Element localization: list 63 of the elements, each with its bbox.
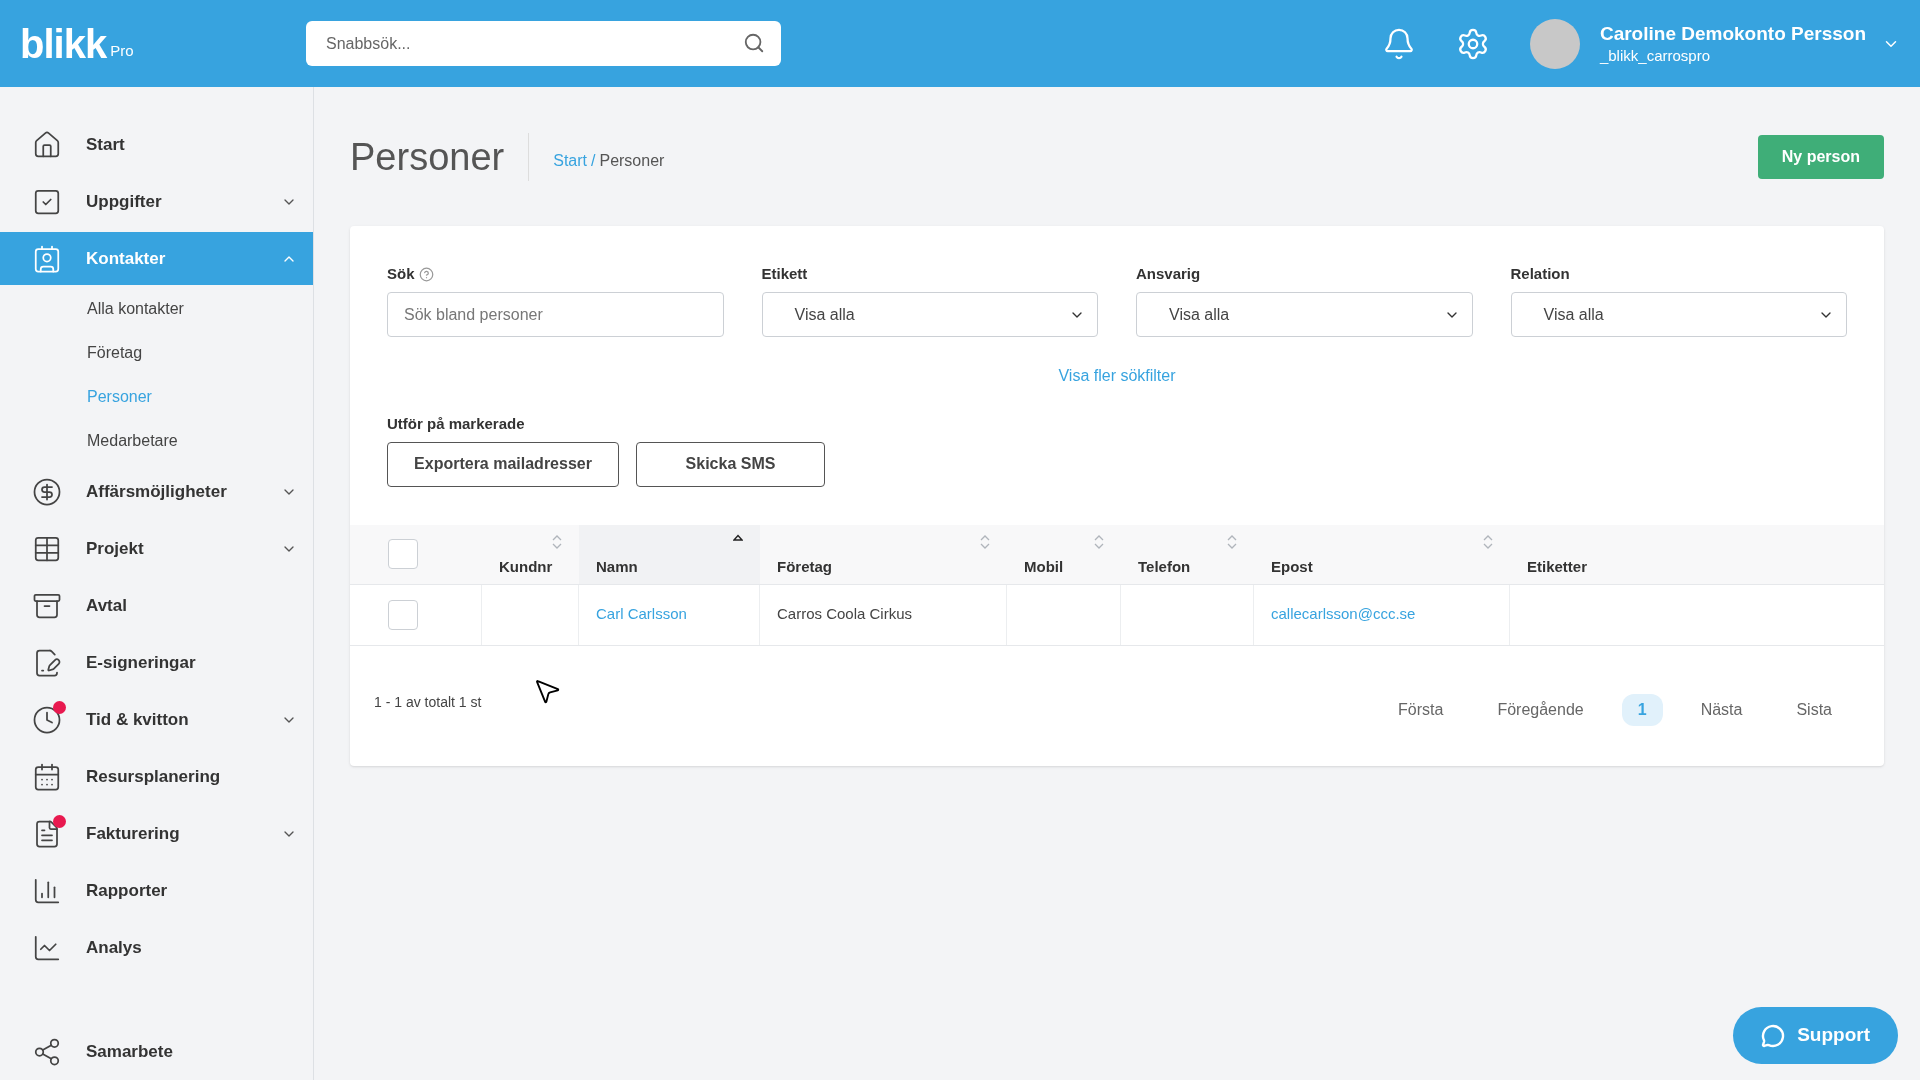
sidebar-item[interactable]: Uppgifter xyxy=(0,175,313,228)
clock-icon xyxy=(32,704,62,735)
user-name: Caroline Demokonto Persson xyxy=(1599,21,1866,46)
column-header[interactable]: Epost xyxy=(1271,555,1313,584)
contact-card-icon xyxy=(32,243,62,274)
quick-search-field[interactable]: Snabbsök... xyxy=(306,21,781,66)
table-cell-text: Carros Coola Cirkus xyxy=(777,604,913,625)
sidebar-item[interactable]: Start xyxy=(0,118,313,171)
help-icon[interactable] xyxy=(418,266,434,282)
pagination-link[interactable]: Första xyxy=(1382,693,1460,726)
filter-label: Sök xyxy=(387,263,415,284)
sidebar-item[interactable]: Tid & kvitton xyxy=(0,693,313,746)
sidebar-subitem[interactable]: Företag xyxy=(87,341,143,365)
pagination-link[interactable]: Sista xyxy=(1780,693,1848,726)
column-header[interactable]: Telefon xyxy=(1138,555,1191,584)
calendar-icon xyxy=(32,761,62,792)
sort-icon[interactable] xyxy=(1094,533,1104,550)
row-checkbox[interactable] xyxy=(388,599,418,630)
sidebar-subitem[interactable]: Medarbetare xyxy=(87,429,178,453)
sidebar-item[interactable]: Fakturering xyxy=(0,807,313,860)
action-button[interactable]: Exportera mailadresser xyxy=(387,441,619,487)
column-header[interactable]: Etiketter xyxy=(1527,555,1588,584)
sort-icon[interactable] xyxy=(552,533,563,550)
home-icon xyxy=(32,129,62,160)
sidebar-item[interactable]: Analys xyxy=(0,921,313,974)
column-header[interactable]: Kundnr xyxy=(499,555,553,584)
dollar-icon xyxy=(32,476,62,507)
sort-icon[interactable] xyxy=(1227,533,1237,550)
filter-label: Etikett xyxy=(761,263,808,284)
logo-suffix: Pro xyxy=(110,41,134,61)
sidebar-item[interactable]: Rapporter xyxy=(0,864,313,917)
pagination-link[interactable]: Föregående xyxy=(1481,693,1600,726)
filter-label: Relation xyxy=(1510,263,1570,284)
page-title: Personer xyxy=(350,133,530,181)
bulk-actions-label: Utför på markerade xyxy=(387,414,526,434)
breadcrumb-separator: / xyxy=(591,151,596,171)
results-summary: 1 - 1 av totalt 1 st xyxy=(374,693,482,712)
dropdown[interactable]: Visa alla xyxy=(1136,292,1473,337)
user-handle: _blikk_carrospro xyxy=(1599,45,1711,66)
pagination-link[interactable]: Nästa xyxy=(1684,693,1759,726)
sort-icon[interactable] xyxy=(1483,533,1493,550)
sidebar-item[interactable]: Affärsmöjligheter xyxy=(0,465,313,518)
select-all-checkbox[interactable] xyxy=(388,539,418,569)
sidebar-item[interactable]: Avtal xyxy=(0,579,313,632)
filter-label: Ansvarig xyxy=(1136,263,1201,284)
sidebar-item[interactable]: Projekt xyxy=(0,522,313,575)
share-icon xyxy=(32,1036,62,1067)
sidebar-item[interactable]: Samarbete xyxy=(0,1025,313,1078)
column-header[interactable]: Namn xyxy=(596,555,638,584)
column-header[interactable]: Företag xyxy=(777,555,832,584)
action-button[interactable]: Skicka SMS xyxy=(636,441,825,487)
dropdown[interactable]: Visa alla xyxy=(1510,292,1847,337)
sort-icon[interactable] xyxy=(980,533,990,550)
dropdown[interactable]: Visa alla xyxy=(761,292,1098,337)
sidebar-subitem[interactable]: Alla kontakter xyxy=(87,297,184,321)
sidebar-item[interactable]: Resursplanering xyxy=(0,750,313,803)
search-field[interactable]: Sök bland personer xyxy=(387,292,724,337)
search-icon[interactable] xyxy=(743,32,765,54)
column-header[interactable]: Mobil xyxy=(1024,555,1064,584)
sidebar-item[interactable]: E-signeringar xyxy=(0,636,313,689)
chat-bubble-icon xyxy=(1761,1023,1786,1048)
breadcrumb-current: Personer xyxy=(599,151,665,171)
sort-ascending-icon[interactable] xyxy=(733,533,743,541)
